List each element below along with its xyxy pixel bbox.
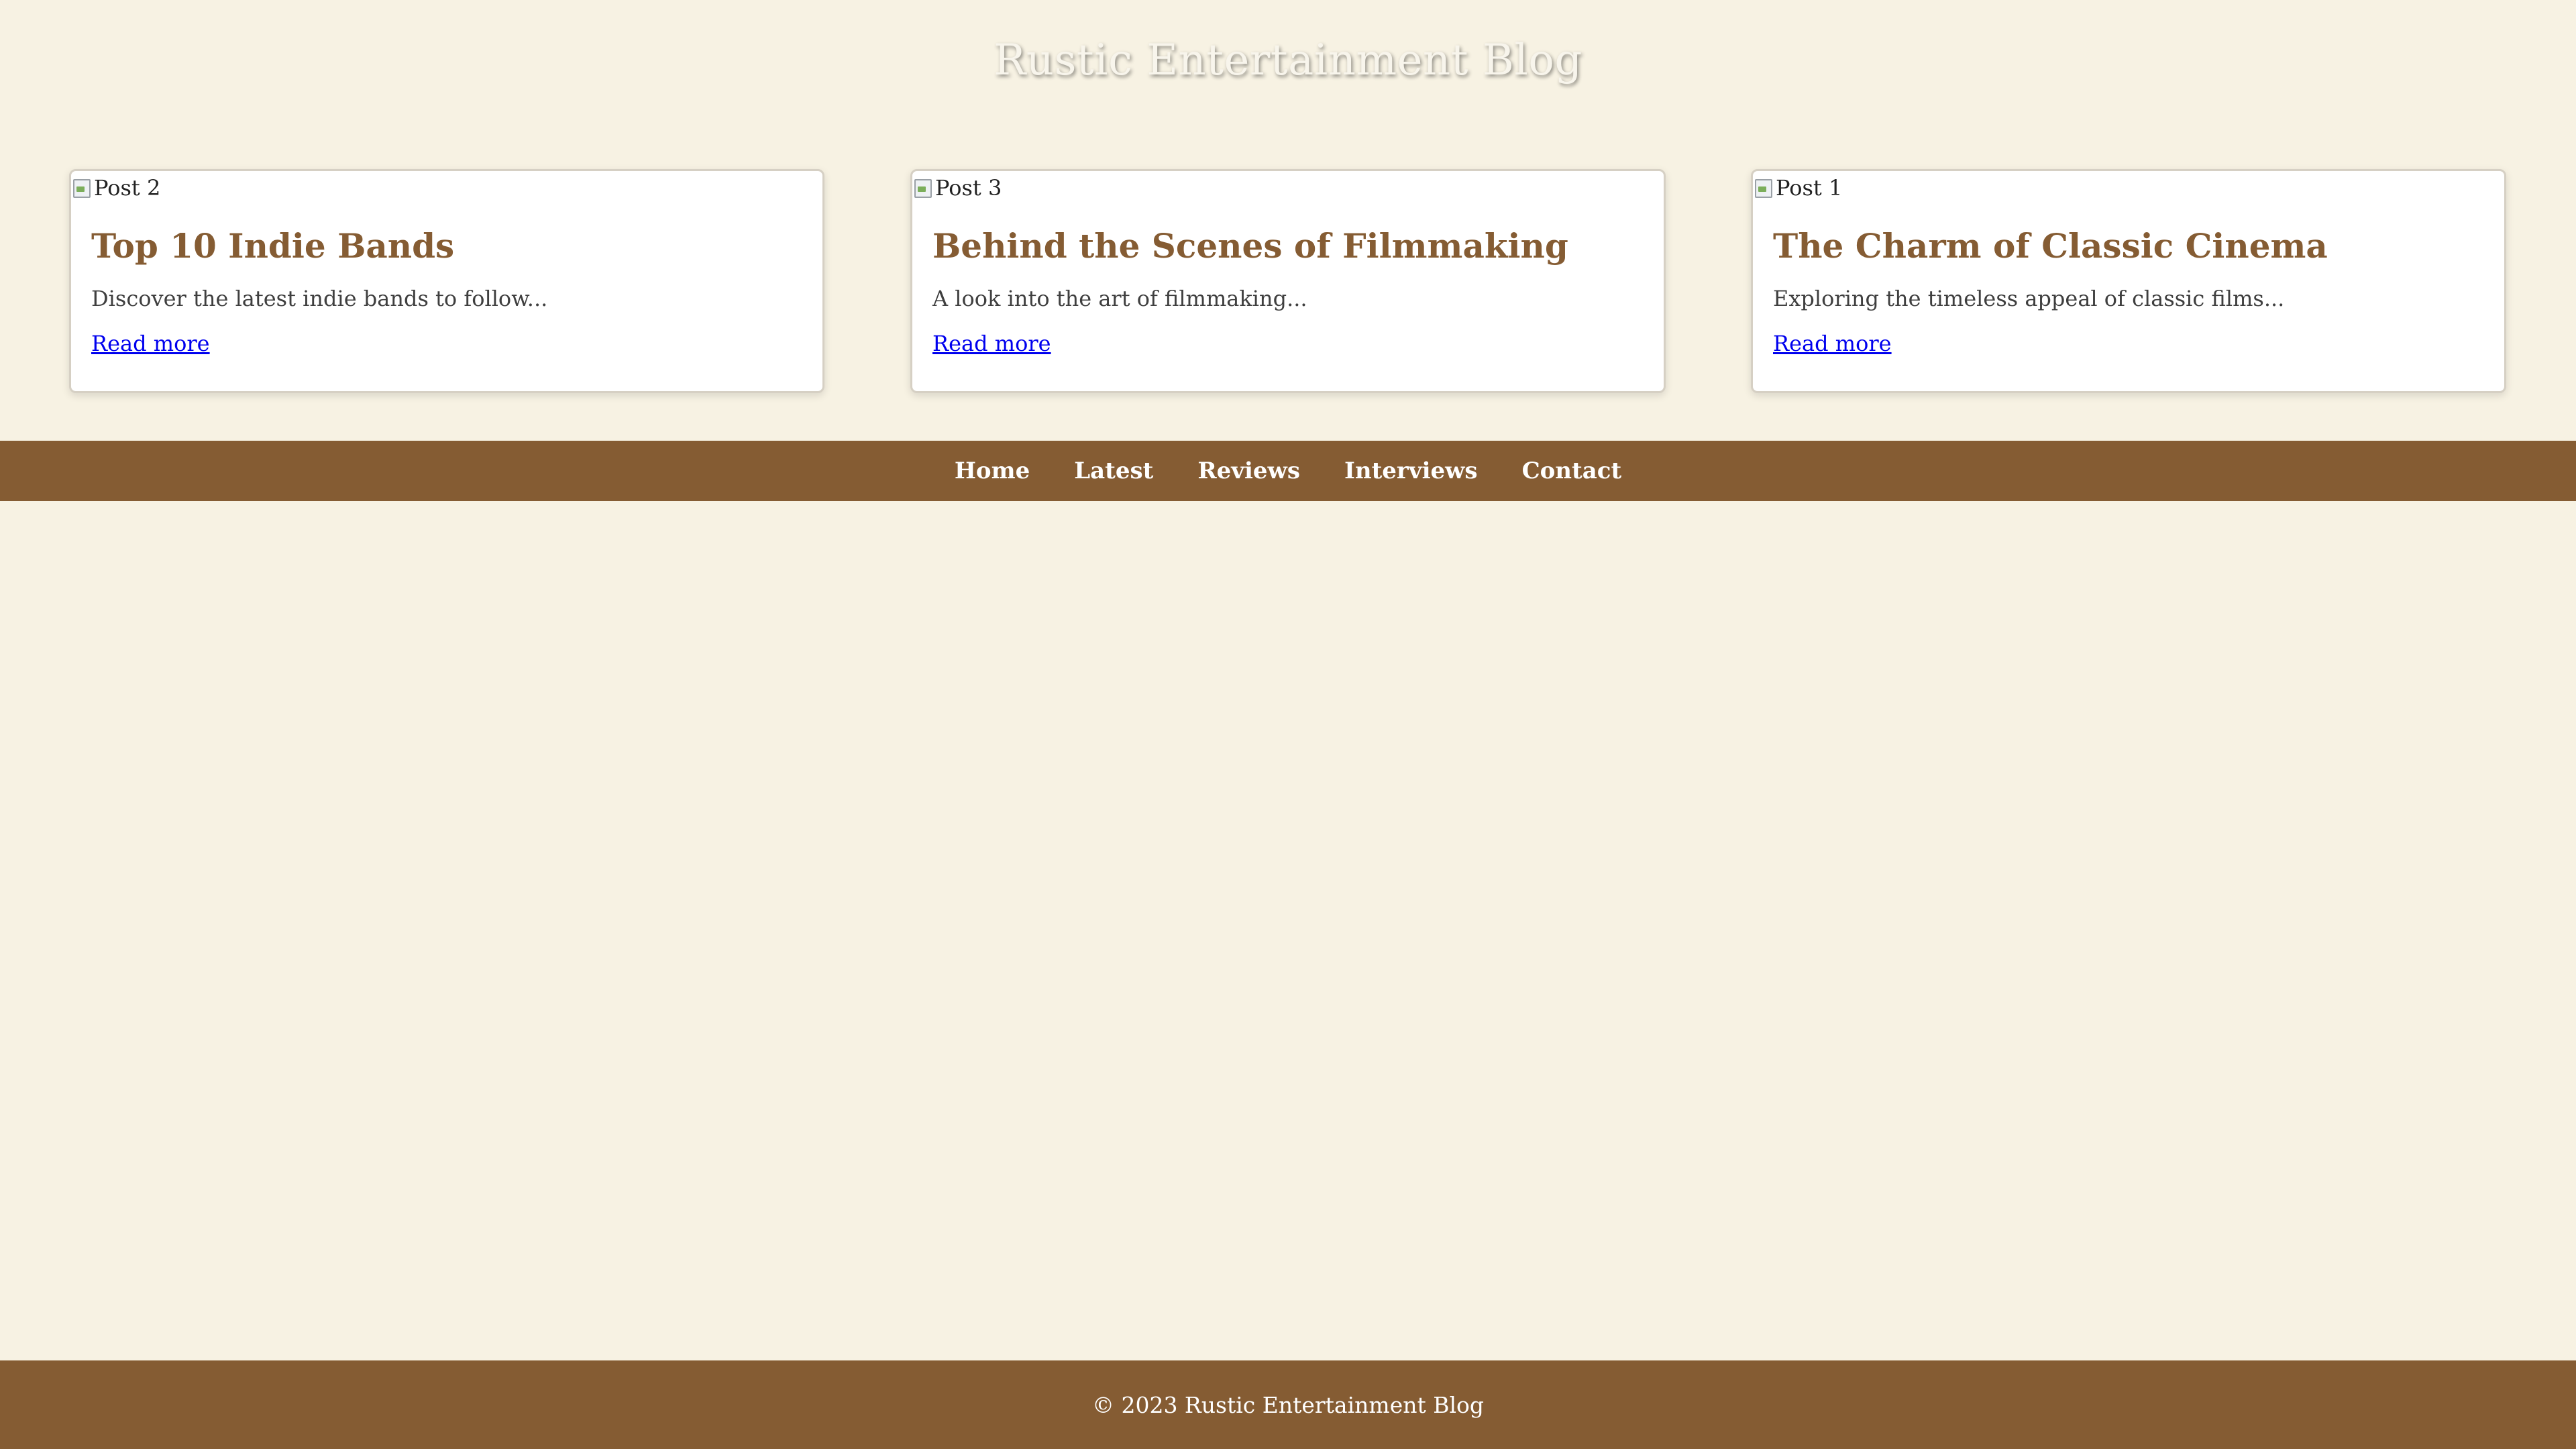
post-image-alt: Post 2 bbox=[94, 175, 161, 201]
post-card: Post 2 Top 10 Indie Bands Discover the l… bbox=[69, 169, 824, 393]
broken-image-icon bbox=[1753, 177, 1774, 199]
main-nav: Home Latest Reviews Interviews Contact bbox=[0, 441, 2576, 501]
post-excerpt: Discover the latest indie bands to follo… bbox=[91, 286, 548, 311]
post-excerpt: A look into the art of filmmaking... bbox=[932, 286, 1307, 311]
site-header: Rustic Entertainment Blog bbox=[0, 0, 2576, 121]
post-excerpt: Exploring the timeless appeal of classic… bbox=[1773, 286, 2285, 311]
read-more-link[interactable]: Read more bbox=[91, 331, 210, 356]
post-card: Post 3 Behind the Scenes of Filmmaking A… bbox=[910, 169, 1666, 393]
site-footer: © 2023 Rustic Entertainment Blog bbox=[0, 1360, 2576, 1449]
post-image: Post 2 bbox=[71, 171, 822, 205]
nav-item-interviews[interactable]: Interviews bbox=[1344, 458, 1478, 484]
post-title: Behind the Scenes of Filmmaking bbox=[932, 226, 1568, 266]
post-list: Post 2 Top 10 Indie Bands Discover the l… bbox=[0, 169, 2576, 393]
post-body: The Charm of Classic Cinema Exploring th… bbox=[1753, 205, 2504, 356]
read-more-link[interactable]: Read more bbox=[1773, 331, 1892, 356]
post-image-alt: Post 1 bbox=[1776, 175, 1843, 201]
post-card: Post 1 The Charm of Classic Cinema Explo… bbox=[1751, 169, 2506, 393]
broken-image-icon bbox=[912, 177, 934, 199]
post-title: The Charm of Classic Cinema bbox=[1773, 226, 2328, 266]
read-more-link[interactable]: Read more bbox=[932, 331, 1051, 356]
broken-image-icon bbox=[71, 177, 93, 199]
nav-item-latest[interactable]: Latest bbox=[1074, 458, 1153, 484]
post-body: Behind the Scenes of Filmmaking A look i… bbox=[912, 205, 1664, 356]
footer-copyright: © 2023 Rustic Entertainment Blog bbox=[1091, 1391, 1485, 1418]
post-image: Post 3 bbox=[912, 171, 1664, 205]
nav-item-home[interactable]: Home bbox=[955, 458, 1030, 484]
page: Rustic Entertainment Blog Post 2 Top 10 … bbox=[0, 0, 2576, 1449]
nav-item-contact[interactable]: Contact bbox=[1522, 458, 1622, 484]
nav-item-reviews[interactable]: Reviews bbox=[1197, 458, 1300, 484]
post-title: Top 10 Indie Bands bbox=[91, 226, 455, 266]
post-image: Post 1 bbox=[1753, 171, 2504, 205]
post-body: Top 10 Indie Bands Discover the latest i… bbox=[71, 205, 822, 356]
site-title: Rustic Entertainment Blog bbox=[994, 36, 1582, 85]
post-image-alt: Post 3 bbox=[935, 175, 1002, 201]
